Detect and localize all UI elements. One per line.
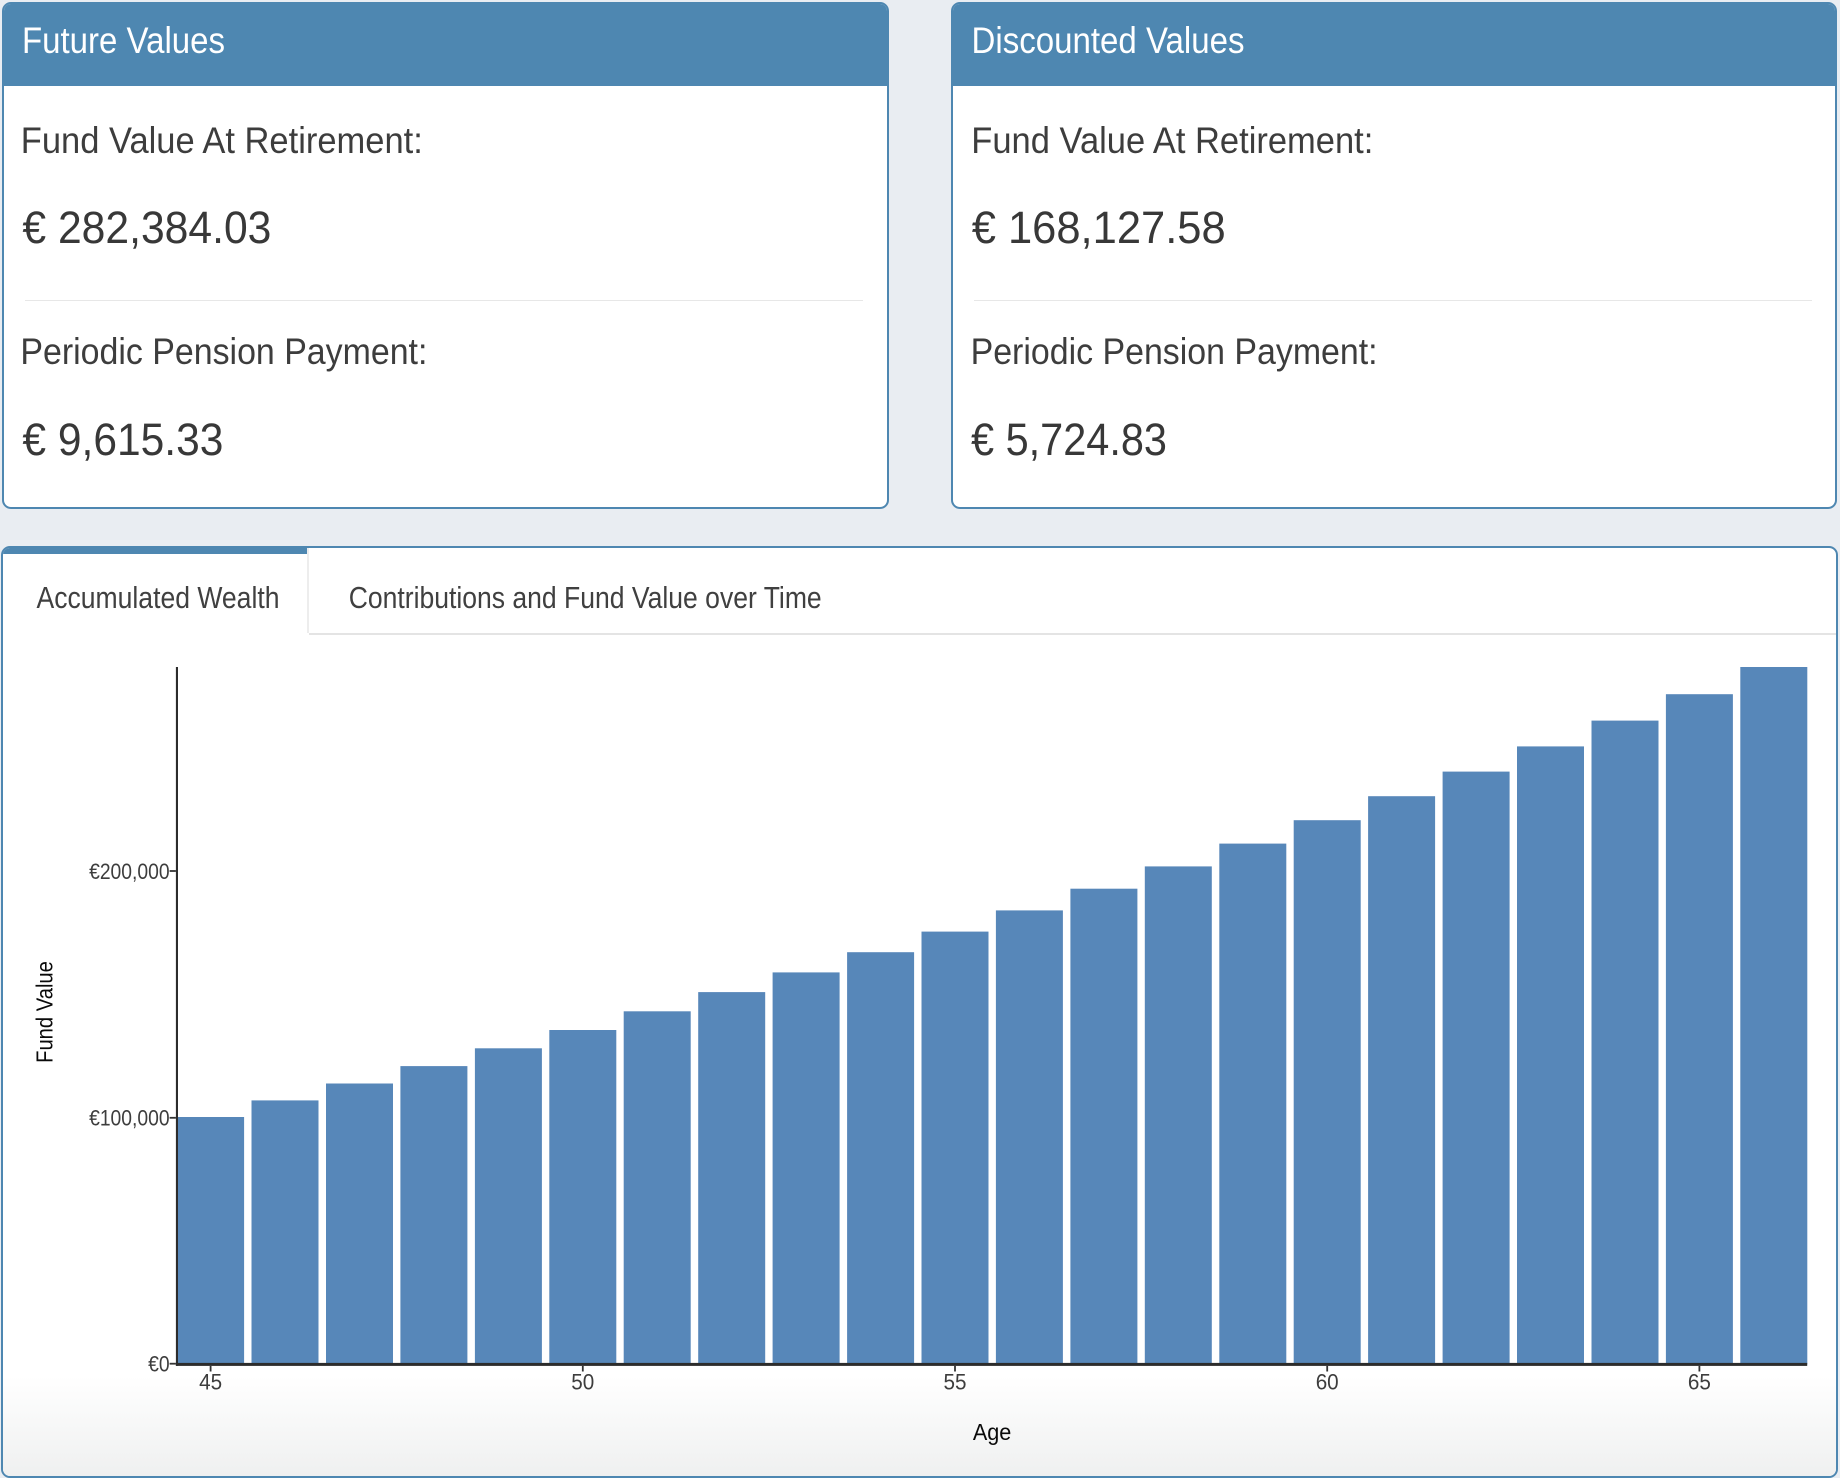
svg-text:€ 9,615.33: € 9,615.33 [22,414,223,465]
svg-text:€ 168,127.58: € 168,127.58 [972,202,1226,253]
svg-text:Periodic Pension Payment:: Periodic Pension Payment: [971,331,1378,372]
svg-text:Discounted Values: Discounted Values [972,20,1245,61]
svg-text:55: 55 [944,1370,967,1395]
svg-text:€200,000: €200,000 [89,859,170,884]
svg-text:Contributions and Fund Value o: Contributions and Fund Value over Time [349,582,822,615]
svg-text:45: 45 [199,1370,222,1395]
svg-text:Fund Value: Fund Value [32,961,58,1063]
svg-text:Fund Value At Retirement:: Fund Value At Retirement: [971,120,1373,161]
svg-text:€0: €0 [148,1352,170,1377]
svg-text:50: 50 [571,1370,594,1395]
svg-text:Accumulated Wealth: Accumulated Wealth [37,582,280,615]
svg-text:60: 60 [1316,1370,1339,1395]
svg-text:Fund Value At Retirement:: Fund Value At Retirement: [21,120,423,161]
svg-text:Future Values: Future Values [22,20,225,61]
svg-text:€ 5,724.83: € 5,724.83 [971,414,1167,465]
svg-text:€ 282,384.03: € 282,384.03 [22,202,271,253]
svg-text:Periodic Pension Payment:: Periodic Pension Payment: [20,331,427,372]
svg-text:€100,000: €100,000 [89,1106,170,1131]
svg-text:65: 65 [1688,1370,1711,1395]
svg-text:Age: Age [973,1419,1012,1445]
